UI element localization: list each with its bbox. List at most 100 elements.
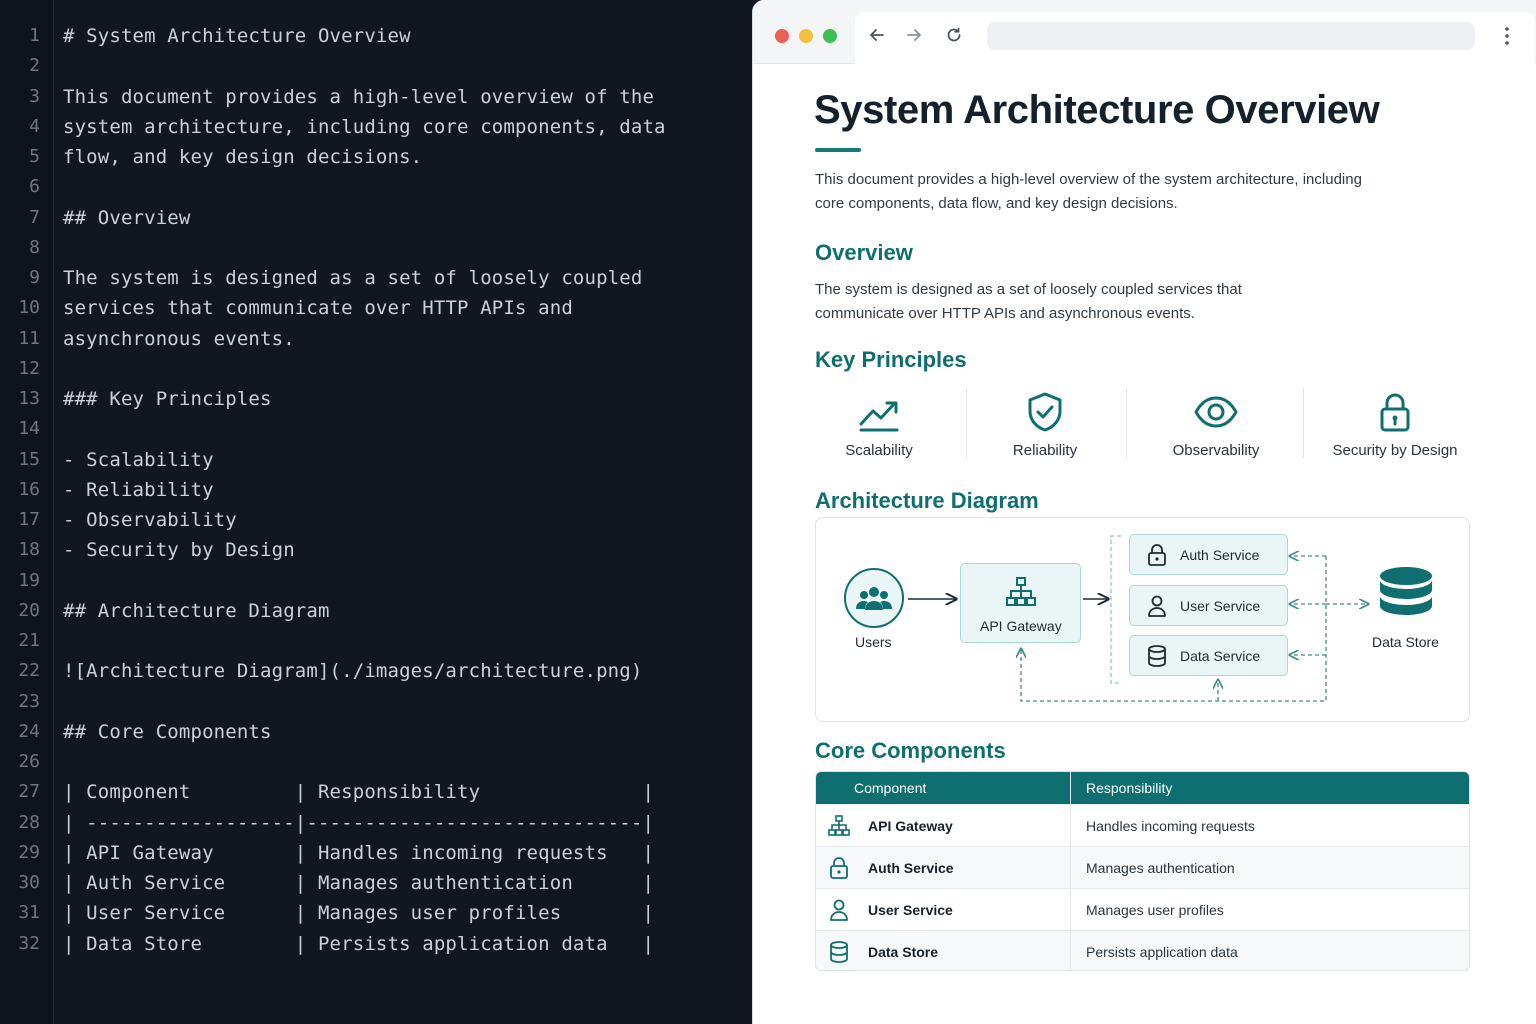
line-number: 23 bbox=[18, 690, 40, 712]
editor-line[interactable]: 4 system architecture, including core com… bbox=[0, 112, 752, 142]
line-text: | User Service | Manages user profiles | bbox=[63, 902, 655, 925]
editor-line[interactable]: 32 | Data Store | Persists application da… bbox=[0, 929, 752, 959]
lock-icon bbox=[1380, 393, 1410, 432]
editor-line[interactable]: 22 ![Architecture Diagram](./images/archi… bbox=[0, 656, 752, 686]
page-content: System Architecture Overview This docume… bbox=[753, 64, 1536, 1024]
line-number: 13 bbox=[18, 388, 40, 409]
component-responsibility: Handles incoming requests bbox=[1086, 818, 1255, 834]
architecture-diagram-heading: Architecture Diagram bbox=[815, 488, 1039, 513]
editor-line[interactable]: 1 # System Architecture Overview bbox=[0, 21, 752, 51]
line-text: system architecture, including core comp… bbox=[63, 115, 666, 138]
principles-row: Scalability Reliability Observability Se… bbox=[815, 386, 1475, 466]
architecture-diagram: Users API Gateway Auth Service User Serv… bbox=[815, 517, 1470, 722]
table-row: Auth Service Manages authentication bbox=[816, 846, 1469, 888]
markdown-editor[interactable]: 1 # System Architecture Overview 2 3 This do… bbox=[0, 0, 752, 1024]
line-number: 29 bbox=[18, 841, 40, 863]
line-number: 30 bbox=[18, 872, 40, 893]
core-components-heading: Core Components bbox=[815, 738, 1006, 763]
editor-line[interactable]: 7 ## Overview bbox=[0, 203, 752, 233]
editor-line[interactable]: 17 - Observability bbox=[0, 505, 752, 535]
editor-line[interactable]: 14 bbox=[0, 414, 752, 444]
database-icon bbox=[1380, 567, 1432, 615]
editor-line[interactable]: 30 | Auth Service | Manages authenticatio… bbox=[0, 868, 752, 898]
editor-line[interactable]: 21 bbox=[0, 626, 752, 656]
line-text: | ------------------|-------------------… bbox=[63, 811, 655, 834]
network-icon bbox=[828, 815, 850, 836]
editor-line[interactable]: 11 asynchronous events. bbox=[0, 324, 752, 354]
component-name: API Gateway bbox=[868, 818, 953, 834]
line-text: services that communicate over HTTP APIs… bbox=[63, 297, 573, 320]
editor-line[interactable]: 3 This document provides a high-level ove… bbox=[0, 82, 752, 112]
browser-menu-button[interactable] bbox=[1497, 24, 1517, 48]
column-divider bbox=[1070, 772, 1071, 970]
eye-icon bbox=[1194, 396, 1238, 428]
line-number: 1 bbox=[29, 25, 40, 46]
network-icon bbox=[1006, 577, 1036, 606]
shield-check-icon bbox=[1028, 392, 1062, 432]
editor-line[interactable]: 29 | API Gateway | Handles incoming reque… bbox=[0, 838, 752, 868]
editor-line[interactable]: 19 bbox=[0, 566, 752, 596]
data-service-label: Data Service bbox=[1180, 648, 1261, 664]
line-number: 12 bbox=[18, 357, 40, 379]
line-number: 8 bbox=[29, 236, 40, 258]
close-window-button[interactable] bbox=[775, 29, 789, 43]
line-number: 7 bbox=[29, 206, 40, 228]
api-gateway-label: API Gateway bbox=[980, 618, 1062, 634]
line-text: ### Key Principles bbox=[63, 388, 272, 410]
line-text: - Scalability bbox=[63, 448, 214, 471]
line-number: 9 bbox=[29, 267, 40, 288]
component-name: Auth Service bbox=[868, 860, 954, 876]
editor-line[interactable]: 20 ## Architecture Diagram bbox=[0, 596, 752, 626]
title-underline bbox=[815, 148, 861, 152]
editor-line[interactable]: 26 bbox=[0, 747, 752, 777]
editor-line[interactable]: 2 bbox=[0, 51, 752, 81]
maximize-window-button[interactable] bbox=[823, 29, 837, 43]
line-text: asynchronous events. bbox=[63, 327, 295, 350]
editor-line[interactable]: 13 ### Key Principles bbox=[0, 384, 752, 414]
line-text: This document provides a high-level over… bbox=[63, 85, 655, 108]
line-text: The system is designed as a set of loose… bbox=[63, 267, 643, 289]
editor-line[interactable]: 27 | Component | Responsibility | bbox=[0, 777, 752, 807]
more-vertical-icon bbox=[1505, 27, 1509, 45]
editor-line[interactable]: 18 - Security by Design bbox=[0, 535, 752, 565]
line-number: 24 bbox=[18, 720, 40, 742]
line-text: ## Core Components bbox=[63, 720, 272, 743]
principle-label: Reliability bbox=[1012, 442, 1078, 459]
forward-button[interactable] bbox=[901, 22, 927, 48]
editor-line[interactable]: 9 The system is designed as a set of loos… bbox=[0, 263, 752, 293]
principle-reliability: Reliability bbox=[981, 386, 1109, 466]
lock-icon bbox=[830, 857, 848, 879]
editor-line[interactable]: 6 bbox=[0, 172, 752, 202]
editor-line[interactable]: 12 bbox=[0, 354, 752, 384]
line-number: 14 bbox=[18, 418, 40, 440]
address-bar[interactable] bbox=[987, 22, 1475, 50]
principle-divider bbox=[1303, 388, 1304, 458]
reload-button[interactable] bbox=[941, 22, 967, 48]
minimize-window-button[interactable] bbox=[799, 29, 813, 43]
overview-heading: Overview bbox=[815, 240, 913, 265]
component-responsibility: Manages authentication bbox=[1086, 860, 1235, 876]
editor-line[interactable]: 15 - Scalability bbox=[0, 445, 752, 475]
editor-line[interactable]: 28 | ------------------|-----------------… bbox=[0, 808, 752, 838]
line-number: 4 bbox=[29, 115, 40, 137]
editor-line[interactable]: 23 bbox=[0, 687, 752, 717]
line-text: # System Architecture Overview bbox=[63, 25, 411, 47]
key-principles-heading: Key Principles bbox=[815, 347, 967, 372]
editor-line[interactable]: 31 | User Service | Manages user profiles… bbox=[0, 898, 752, 928]
line-number: 22 bbox=[18, 660, 40, 682]
line-text: - Security by Design bbox=[63, 539, 295, 562]
trending-up-icon bbox=[859, 401, 899, 432]
line-number: 17 bbox=[18, 509, 40, 530]
editor-line[interactable]: 8 bbox=[0, 233, 752, 263]
principle-security: Security by Design bbox=[1315, 386, 1475, 466]
component-name: Data Store bbox=[868, 944, 939, 960]
editor-line[interactable]: 16 - Reliability bbox=[0, 475, 752, 505]
users-label: Users bbox=[855, 634, 892, 650]
principle-label: Security by Design bbox=[1332, 442, 1458, 459]
principle-divider bbox=[966, 388, 967, 458]
editor-line[interactable]: 5 flow, and key design decisions. bbox=[0, 142, 752, 172]
editor-line[interactable]: 24 ## Core Components bbox=[0, 717, 752, 747]
table-row: User Service Manages user profiles bbox=[816, 888, 1469, 930]
editor-line[interactable]: 10 services that communicate over HTTP AP… bbox=[0, 293, 752, 323]
back-button[interactable] bbox=[864, 22, 890, 48]
